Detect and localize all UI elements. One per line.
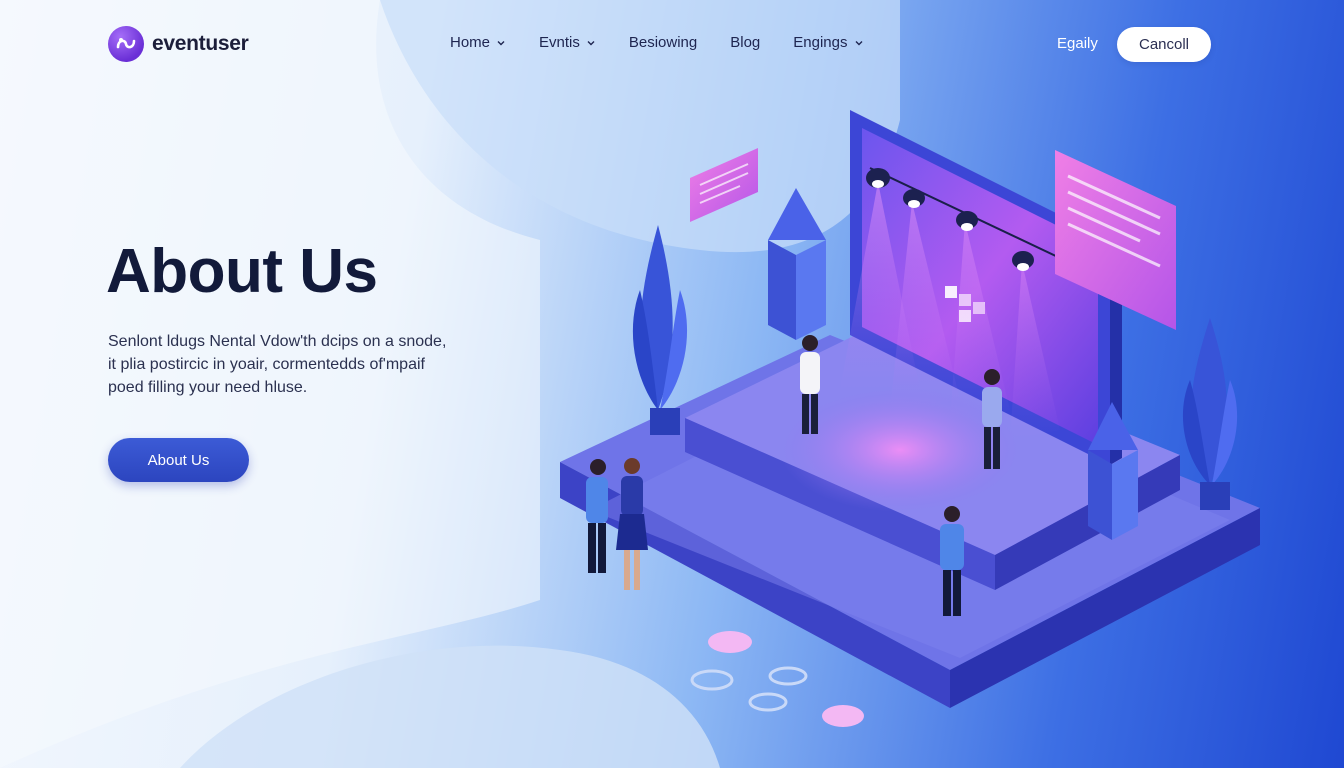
floating-info-panel [690,148,758,222]
nav-item-blog[interactable]: Blog [730,34,760,51]
brand-logo[interactable]: eventuser [108,26,249,62]
brand-name: eventuser [152,32,249,55]
about-us-button[interactable]: About Us [108,438,249,482]
chevron-down-icon [587,40,595,45]
nav-item-label: Home [450,34,491,51]
page-title: About Us [106,237,378,306]
chevron-down-icon [855,40,862,45]
hero-description-line: it plia postircic in yoair, cormentedds … [108,356,425,373]
hero-description-line: poed filling your need hluse. [108,379,308,396]
nav-item-label: Besiowing [628,34,698,51]
nav-item-booking[interactable]: Besiowing [629,34,697,51]
nav-item-label: Engings [793,34,848,51]
nav-item-label: Blog [730,34,761,51]
nav-item-home[interactable]: Home [450,34,506,51]
brand-logo-icon [108,26,144,62]
top-navigation-bar: eventuser Home Evntis Besiowing Blog Eng… [0,0,1344,90]
main-nav: Home Evntis Besiowing Blog Engings [450,34,897,51]
nav-item-engings[interactable]: Engings [793,34,863,51]
event-stage-illustration [560,110,1260,727]
hero-description: Senlont ldugs Nental Vdow'th dcips on a … [108,330,488,399]
chevron-down-icon [497,40,505,45]
header-cta-button[interactable]: Cancoll [1117,27,1211,62]
nav-item-label: Evntis [539,34,580,51]
hero-description-line: Senlont ldugs Nental Vdow'th dcips on a … [108,333,447,350]
nav-item-events[interactable]: Evntis [539,34,596,51]
signin-link[interactable]: Egaily [1057,35,1098,52]
